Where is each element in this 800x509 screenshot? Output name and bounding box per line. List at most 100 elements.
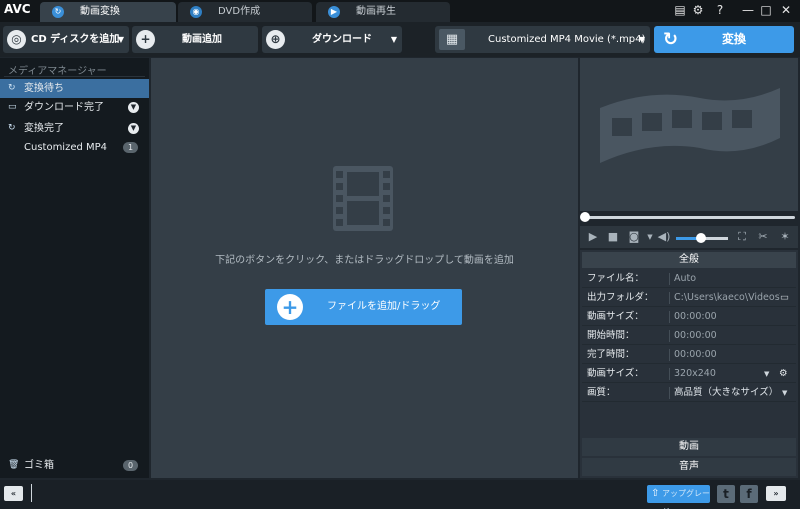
tab-video-convert[interactable]: ↻ 動画変換 xyxy=(40,2,176,22)
prop-key: 動画サイズ： xyxy=(587,368,644,379)
prop-row-start-time[interactable]: 開始時間： 00:00:00 xyxy=(582,327,796,345)
play-icon[interactable]: ▶ xyxy=(586,230,600,244)
sidebar-item-trash[interactable]: 🗑 ゴミ箱 0 xyxy=(0,456,149,475)
prop-value[interactable]: 高品質（大きなサイズ） xyxy=(674,384,784,402)
twitter-icon[interactable]: t xyxy=(717,485,735,503)
sidebar-item-customized-mp4[interactable]: Customized MP4 1 xyxy=(0,138,149,157)
text-cursor xyxy=(31,484,32,502)
sidebar-item-pending[interactable]: ↻ 変換待ち xyxy=(0,79,149,98)
camera-icon[interactable]: ◙ xyxy=(627,230,641,244)
prop-key: 出力フォルダ： xyxy=(587,292,654,303)
seek-handle[interactable] xyxy=(580,212,590,222)
section-audio[interactable]: 音声 xyxy=(582,458,796,476)
effects-icon[interactable]: ✶ xyxy=(778,230,792,244)
convert-icon: ↻ xyxy=(52,6,64,18)
chevron-down-icon[interactable]: ▼ xyxy=(128,102,139,113)
properties-header: 全般 xyxy=(582,252,796,268)
arrow-up-icon: ⇧ xyxy=(651,488,660,499)
film-placeholder-icon xyxy=(333,166,393,231)
format-label: Customized MP4 Movie (*.mp4) xyxy=(488,34,646,45)
fullscreen-icon[interactable]: ⛶ xyxy=(735,230,749,244)
trash-icon: 🗑 xyxy=(8,460,20,470)
add-video-button[interactable]: + 動画追加 xyxy=(132,26,258,53)
volume-icon[interactable]: ◀) xyxy=(657,230,671,244)
count-badge: 0 xyxy=(123,460,139,471)
prop-value[interactable]: 00:00:00 xyxy=(674,346,774,364)
download-label: ダウンロード xyxy=(312,34,372,45)
add-cd-label: CD ディスクを追加 xyxy=(31,34,120,45)
add-file-button[interactable]: + ファイルを追加/ドラッグ xyxy=(265,289,462,325)
section-video[interactable]: 動画 xyxy=(582,438,796,456)
refresh-icon: ↻ xyxy=(662,29,679,50)
download-icon: ▭ xyxy=(8,102,17,112)
close-icon[interactable]: ✕ xyxy=(778,2,794,18)
tab-video-play[interactable]: ▶ 動画再生 xyxy=(316,2,450,22)
chevron-down-icon[interactable]: ▼ xyxy=(128,123,139,134)
chevron-down-icon[interactable]: ▼ xyxy=(391,26,397,53)
tab-label: DVD作成 xyxy=(218,6,261,17)
film-add-icon: + xyxy=(136,30,155,49)
convert-label: 変換 xyxy=(722,32,747,46)
play-icon: ▶ xyxy=(328,6,340,18)
drop-hint: 下記のボタンをクリック、またはドラッグドロップして動画を追加 xyxy=(215,255,514,266)
minimize-icon[interactable]: — xyxy=(740,2,756,18)
download-button[interactable]: ⊕ ダウンロード ▼ xyxy=(262,26,402,53)
sidebar-item-downloaded[interactable]: ▭ ダウンロード完了 ▼ xyxy=(0,98,149,117)
upgrade-button[interactable]: ⇧ アップグレード xyxy=(647,485,710,509)
disc-icon: ◉ xyxy=(190,6,202,18)
prop-row-filename[interactable]: ファイル名： Auto xyxy=(582,270,796,288)
prop-value[interactable]: 00:00:00 xyxy=(674,327,774,345)
add-file-label: ファイルを追加/ドラッグ xyxy=(327,301,441,312)
convert-button[interactable]: ↻ 変換 xyxy=(654,26,794,53)
prop-key: 画質： xyxy=(587,387,616,398)
media-drop-area[interactable] xyxy=(151,58,578,478)
divider xyxy=(4,76,145,77)
prop-row-video-size[interactable]: 動画サイズ： 320x240 ▼ ⚙ xyxy=(582,365,796,383)
expand-panel-button[interactable]: » xyxy=(766,486,786,501)
prop-row-duration[interactable]: 動画サイズ： 00:00:00 xyxy=(582,308,796,326)
chevron-down-icon[interactable]: ▼ xyxy=(118,26,124,53)
prop-key: ファイル名： xyxy=(587,273,645,284)
volume-handle[interactable] xyxy=(696,233,706,243)
prop-value[interactable]: Auto xyxy=(674,270,774,288)
maximize-icon[interactable]: □ xyxy=(758,2,774,18)
prop-row-quality[interactable]: 画質： 高品質（大きなサイズ） ▼ xyxy=(582,384,796,402)
prop-key: 開始時間： xyxy=(587,330,635,341)
app-logo: AVC xyxy=(4,2,31,16)
chevron-down-icon[interactable]: ▼ xyxy=(782,384,787,402)
prop-value[interactable]: C:\Users\kaeco\Videos\... xyxy=(674,289,780,307)
sidebar-item-label: 変換待ち xyxy=(24,83,64,94)
prop-value[interactable]: 00:00:00 xyxy=(674,308,774,326)
gear-icon[interactable]: ⚙ xyxy=(779,365,788,383)
seek-bar[interactable] xyxy=(585,216,795,219)
sidebar-item-label: 変換完了 xyxy=(24,123,64,134)
sidebar-item-label: ゴミ箱 xyxy=(24,460,54,471)
facebook-icon[interactable]: f xyxy=(740,485,758,503)
sidebar-item-label: ダウンロード完了 xyxy=(24,102,104,113)
tab-label: 動画変換 xyxy=(80,6,120,17)
sidebar-header: メディアマネージャー xyxy=(8,66,107,77)
prop-row-output-folder[interactable]: 出力フォルダ： C:\Users\kaeco\Videos\... ▭ xyxy=(582,289,796,307)
cd-add-icon: ◎ xyxy=(7,30,26,49)
cut-icon[interactable]: ✂ xyxy=(756,230,770,244)
count-badge: 1 xyxy=(123,142,139,153)
sidebar-item-label: Customized MP4 xyxy=(24,142,108,153)
tab-dvd-create[interactable]: ◉ DVD作成 xyxy=(178,2,312,22)
globe-download-icon: ⊕ xyxy=(266,30,285,49)
add-cd-button[interactable]: ◎ CD ディスクを追加 ▼ xyxy=(3,26,129,53)
stop-icon[interactable]: ■ xyxy=(606,230,620,244)
prop-row-end-time[interactable]: 完了時間： 00:00:00 xyxy=(582,346,796,364)
sidebar-item-converted[interactable]: ↻ 変換完了 ▼ xyxy=(0,119,149,138)
output-format-select[interactable]: ▦ Customized MP4 Movie (*.mp4) ▼ xyxy=(435,26,650,53)
help-icon[interactable]: ? xyxy=(712,2,728,18)
prop-value[interactable]: 320x240 xyxy=(674,365,774,383)
gear-icon[interactable]: ⚙ xyxy=(690,2,706,18)
chevron-down-icon[interactable]: ▼ xyxy=(764,365,769,383)
menu-icon[interactable]: ▤ xyxy=(672,2,688,18)
folder-icon[interactable]: ▭ xyxy=(780,289,789,307)
upgrade-label: アップグレード xyxy=(662,489,710,509)
prop-key: 動画サイズ： xyxy=(587,311,644,322)
collapse-sidebar-button[interactable]: « xyxy=(4,486,23,501)
tab-label: 動画再生 xyxy=(356,6,396,17)
chevron-down-icon[interactable]: ▼ xyxy=(643,230,657,244)
